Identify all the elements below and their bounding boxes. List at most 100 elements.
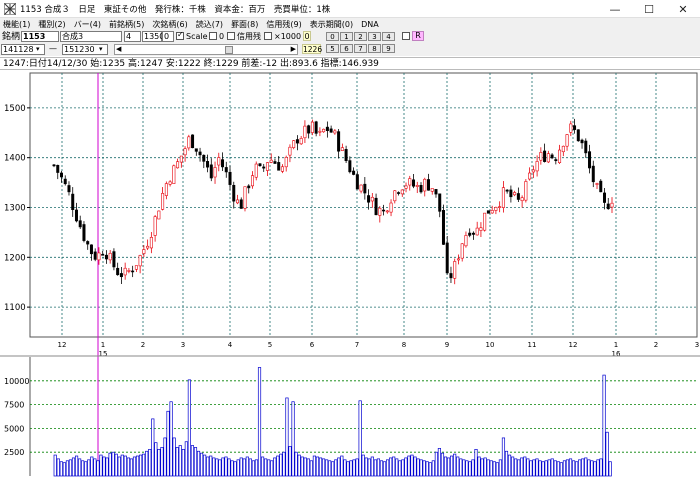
volume-bar — [132, 456, 137, 477]
x1000-checkbox[interactable] — [264, 32, 272, 40]
volume-bar — [514, 458, 518, 477]
menu-kinou[interactable]: 機能(1) — [3, 19, 30, 30]
volume-bar — [93, 458, 97, 477]
field2-input[interactable]: 1350 — [142, 31, 164, 42]
candle-body — [475, 227, 479, 236]
num-button-6[interactable]: 6 — [340, 44, 353, 53]
volume-bar — [581, 458, 585, 477]
candle-body — [573, 125, 577, 130]
num-button-9[interactable]: 9 — [382, 44, 395, 53]
volume-tick-label: 7500 — [4, 401, 24, 410]
chart-area[interactable]: 1100120013001400150012 1 2 3 4 5 6 7 8 9 10 11 12 1 2 3… — [0, 71, 700, 480]
volume-bar — [282, 451, 286, 477]
volume-bar — [398, 460, 402, 477]
candle-body — [277, 162, 281, 171]
volume-bar — [437, 448, 441, 477]
volume-bar — [123, 455, 127, 477]
menu-next-stock[interactable]: 次銘柄(6) — [152, 19, 187, 30]
field1-input[interactable]: 4 — [124, 31, 141, 42]
volume-bar — [523, 456, 527, 477]
slider-thumb[interactable] — [225, 46, 233, 54]
num-button-4[interactable]: 4 — [382, 32, 395, 41]
minimize-icon: — — [609, 2, 621, 16]
volume-bar — [325, 459, 329, 477]
candle-body — [206, 161, 210, 168]
r-checkbox[interactable] — [402, 32, 410, 40]
volume-bar — [504, 450, 509, 477]
field3-input[interactable]: 0 — [162, 31, 174, 42]
candle-body — [67, 185, 71, 193]
candle-body — [149, 236, 153, 249]
volume-bar — [81, 460, 85, 477]
shinyo-checkbox[interactable] — [227, 32, 235, 40]
volume-bar — [178, 445, 182, 477]
volume-bar — [532, 459, 536, 477]
candle-body — [606, 203, 610, 210]
volume-bar — [501, 437, 506, 477]
from-date-dropdown-icon[interactable]: ▾ — [36, 44, 40, 55]
scale-checkbox[interactable] — [176, 30, 184, 40]
candle-body — [116, 267, 120, 276]
candle-body — [393, 190, 397, 202]
menu-prev-stock[interactable]: 前銘柄(5) — [109, 19, 144, 30]
menu-shubetsu[interactable]: 種別(2) — [38, 19, 65, 30]
num-button-0[interactable]: 0 — [326, 32, 339, 41]
num-button-8[interactable]: 8 — [368, 44, 381, 53]
candle-body — [415, 184, 419, 187]
candle-body — [78, 220, 82, 228]
menu-load[interactable]: 読込(7) — [196, 19, 223, 30]
volume-bar — [318, 457, 323, 477]
candle-body — [513, 192, 517, 196]
period-slider[interactable]: ◀ ▶ — [114, 44, 298, 55]
slider-right-arrow-icon[interactable]: ▶ — [291, 45, 296, 53]
volume-bar — [373, 459, 377, 477]
num-button-7[interactable]: 7 — [354, 44, 367, 53]
app-icon — [4, 2, 16, 15]
stock-code-input[interactable]: 1153 — [21, 31, 59, 42]
num-button-3[interactable]: 3 — [368, 32, 381, 41]
x-tick-label: 12 — [58, 341, 67, 349]
minimize-button[interactable]: — — [598, 0, 632, 18]
volume-bar — [157, 448, 161, 477]
close-button[interactable]: ✕ — [666, 0, 700, 18]
volume-bar — [297, 454, 301, 477]
price-tick-label: 1400 — [4, 154, 26, 164]
num-button-2[interactable]: 2 — [354, 32, 367, 41]
candle-body — [74, 209, 78, 222]
num-button-1[interactable]: 1 — [340, 32, 353, 41]
volume-bar — [587, 459, 591, 477]
toolbar-row-2: 141128 ▾ — 151230 ▾ ◀ ▶ 1226 5 6 7 8 9 — [0, 43, 700, 56]
volume-bar — [355, 458, 359, 477]
r-button[interactable]: R — [412, 31, 424, 41]
maximize-button[interactable]: ☐ — [632, 0, 666, 18]
to-date-dropdown-icon[interactable]: ▾ — [99, 44, 103, 55]
scale-label: Scale — [186, 32, 208, 41]
x-tick-label: 3 — [181, 341, 185, 349]
volume-bar — [434, 451, 438, 477]
stock-name-input[interactable]: 合成3 — [60, 31, 122, 42]
menu-margin[interactable]: 信用残(9) — [266, 19, 301, 30]
menu-grid[interactable]: 罫面(8) — [231, 19, 258, 30]
volume-bar — [315, 456, 320, 477]
volume-bar — [486, 459, 490, 477]
menu-period[interactable]: 表示期間(0) — [310, 19, 353, 30]
volume-bar — [117, 456, 121, 477]
menu-dna[interactable]: DNA — [361, 20, 379, 29]
volume-bar — [382, 461, 387, 477]
slider-left-arrow-icon[interactable]: ◀ — [116, 45, 121, 53]
volume-bar — [84, 461, 88, 477]
volume-bar — [102, 456, 106, 477]
volume-bar — [260, 456, 265, 477]
candle-body — [307, 125, 311, 134]
num-button-5[interactable]: 5 — [326, 44, 339, 53]
volume-bar — [568, 458, 573, 477]
volume-bar — [59, 461, 63, 477]
maximize-icon: ☐ — [644, 2, 654, 16]
candle-body — [359, 184, 363, 192]
field4-checkbox[interactable] — [209, 32, 217, 40]
menu-bar-type[interactable]: バー(4) — [74, 19, 101, 30]
volume-bar — [358, 400, 362, 477]
candle-body — [471, 232, 475, 235]
candle-body — [52, 164, 56, 167]
candle-body — [250, 175, 254, 187]
